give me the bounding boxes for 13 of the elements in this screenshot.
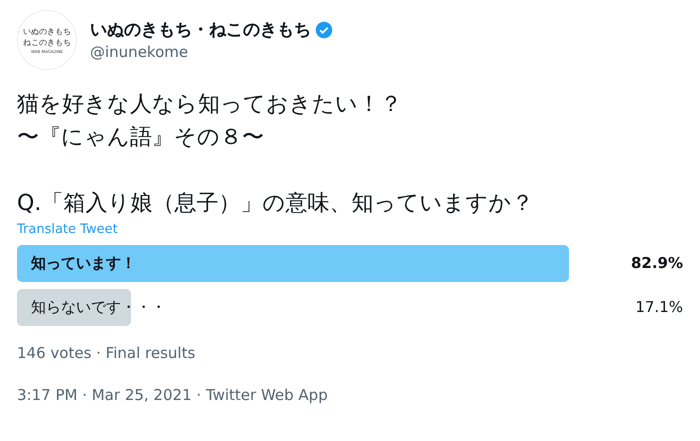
poll-percentage: 17.1%: [635, 297, 683, 317]
author-handle[interactable]: @inunekome: [90, 42, 333, 62]
tweet-text: 猫を好きな人なら知っておきたい！？: [17, 91, 403, 119]
poll-percentage: 82.9%: [630, 253, 683, 273]
tweet-text: Q.「箱入り娘（息子）」の意味、知っていますか？: [17, 190, 534, 218]
poll-option-label: 知らないです・・・: [31, 297, 166, 317]
poll-summary: 146 votes · Final results: [17, 343, 196, 363]
poll-option-label: 知っています！: [31, 253, 136, 273]
avatar-text: いぬのきもち: [23, 26, 71, 36]
author-name[interactable]: いぬのきもち・ねこのきもち: [90, 18, 311, 42]
avatar-text: ねこのきもち: [23, 36, 71, 48]
tweet-text: 〜『にゃん語』その８〜: [17, 124, 265, 152]
tweet-timestamp[interactable]: 3:17 PM · Mar 25, 2021 · Twitter Web App: [17, 385, 683, 405]
